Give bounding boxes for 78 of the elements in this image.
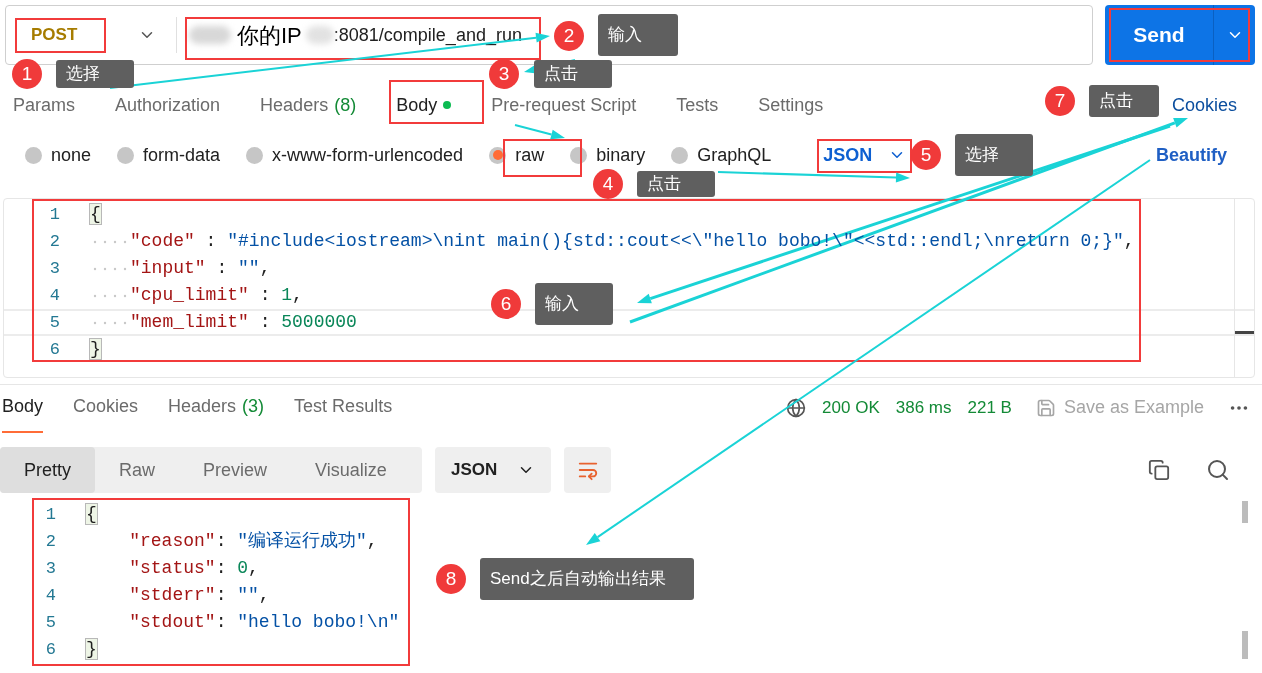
line-number: 6 bbox=[48, 338, 61, 361]
code-text: } bbox=[90, 338, 101, 361]
body-type-radio[interactable]: binary bbox=[570, 141, 646, 169]
code-text: } bbox=[86, 638, 97, 661]
response-tab[interactable]: Test Results bbox=[294, 393, 393, 433]
step-number: 6 bbox=[491, 289, 521, 319]
view-mode-tab[interactable]: Visualize bbox=[291, 447, 411, 493]
code-text: "mem_limit" : 5000000 bbox=[130, 311, 357, 334]
request-tab[interactable]: Headers (8) bbox=[260, 91, 357, 119]
search-icon[interactable] bbox=[1206, 458, 1230, 482]
step-number: 5 bbox=[911, 140, 941, 170]
beautify-link[interactable]: Beautify bbox=[1156, 141, 1227, 169]
response-tab[interactable]: Body bbox=[2, 393, 44, 433]
callout-label: 输入 bbox=[535, 283, 613, 325]
step-number: 7 bbox=[1045, 86, 1075, 116]
line-number: 1 bbox=[48, 203, 61, 226]
line-number: 5 bbox=[48, 311, 61, 334]
globe-icon[interactable] bbox=[786, 397, 807, 418]
code-text: "reason": "编译运行成功", bbox=[128, 530, 378, 553]
redaction-blur bbox=[189, 26, 231, 44]
cookies-link[interactable]: Cookies bbox=[1171, 91, 1237, 119]
step-number: 3 bbox=[489, 59, 519, 89]
line-number: 4 bbox=[48, 284, 61, 307]
format-dropdown[interactable]: JSON bbox=[823, 141, 907, 169]
body-type-radio[interactable]: form-data bbox=[117, 141, 221, 169]
code-text: "input" : "", bbox=[130, 257, 271, 280]
request-tab[interactable]: Body bbox=[396, 91, 452, 119]
line-number: 2 bbox=[44, 530, 57, 553]
callout-label: 点击 bbox=[1089, 85, 1159, 117]
step-number: 1 bbox=[12, 59, 42, 89]
line-number: 3 bbox=[48, 257, 61, 280]
line-number: 6 bbox=[44, 638, 57, 661]
response-tab[interactable]: Cookies bbox=[73, 393, 139, 433]
line-number: 3 bbox=[44, 557, 57, 580]
callout-label: Send之后自动输出结果 bbox=[480, 558, 694, 600]
body-type-radio[interactable]: none bbox=[25, 141, 92, 169]
request-tab[interactable]: Pre-request Script bbox=[491, 91, 637, 119]
code-text: "stderr": "", bbox=[128, 584, 270, 607]
response-size: 221 B bbox=[967, 396, 1012, 419]
request-tab[interactable]: Settings bbox=[758, 91, 824, 119]
step-number: 4 bbox=[593, 169, 623, 199]
ip-label: 你的IP bbox=[237, 21, 302, 50]
send-button[interactable]: Send bbox=[1105, 5, 1213, 65]
code-text: "status": 0, bbox=[128, 557, 259, 580]
view-mode-tab[interactable]: Preview bbox=[179, 447, 292, 493]
body-type-radio[interactable]: x-www-form-urlencoded bbox=[246, 141, 464, 169]
callout-label: 选择 bbox=[56, 60, 134, 88]
callout-label: 选择 bbox=[955, 134, 1033, 176]
redaction-blur bbox=[305, 26, 334, 44]
response-time: 386 ms bbox=[895, 396, 952, 419]
code-text: { bbox=[90, 203, 101, 226]
request-tab[interactable]: Authorization bbox=[115, 91, 221, 119]
step-number: 2 bbox=[554, 21, 584, 51]
code-text: "stdout": "hello bobo!\n" bbox=[128, 611, 400, 634]
line-number: 1 bbox=[44, 503, 57, 526]
wrap-button[interactable] bbox=[564, 447, 612, 493]
callout-label: 点击 bbox=[637, 171, 715, 197]
arrow bbox=[514, 124, 565, 140]
save-icon bbox=[1035, 397, 1056, 418]
line-number: 2 bbox=[48, 230, 61, 253]
status-code: 200 OK bbox=[822, 396, 880, 419]
code-text: { bbox=[86, 503, 97, 526]
callout-label: 点击 bbox=[534, 60, 612, 88]
view-mode-tab[interactable]: Raw bbox=[95, 447, 180, 493]
line-number: 4 bbox=[44, 584, 57, 607]
callout-label: 输入 bbox=[598, 14, 678, 56]
body-type-radio[interactable]: raw bbox=[489, 141, 545, 169]
code-text: "cpu_limit" : 1, bbox=[130, 284, 303, 307]
body-type-radio[interactable]: GraphQL bbox=[671, 141, 772, 169]
view-mode-tab[interactable]: Pretty bbox=[0, 447, 95, 493]
line-number: 5 bbox=[44, 611, 57, 634]
response-format-dropdown[interactable]: JSON bbox=[435, 447, 552, 493]
copy-icon[interactable] bbox=[1148, 459, 1170, 481]
request-tab[interactable]: Params bbox=[13, 91, 75, 119]
response-tab[interactable]: Headers (3) bbox=[168, 393, 265, 433]
step-number: 8 bbox=[436, 564, 466, 594]
request-tab[interactable]: Tests bbox=[676, 91, 719, 119]
url-text: :8081/compile_and_run bbox=[333, 23, 522, 48]
